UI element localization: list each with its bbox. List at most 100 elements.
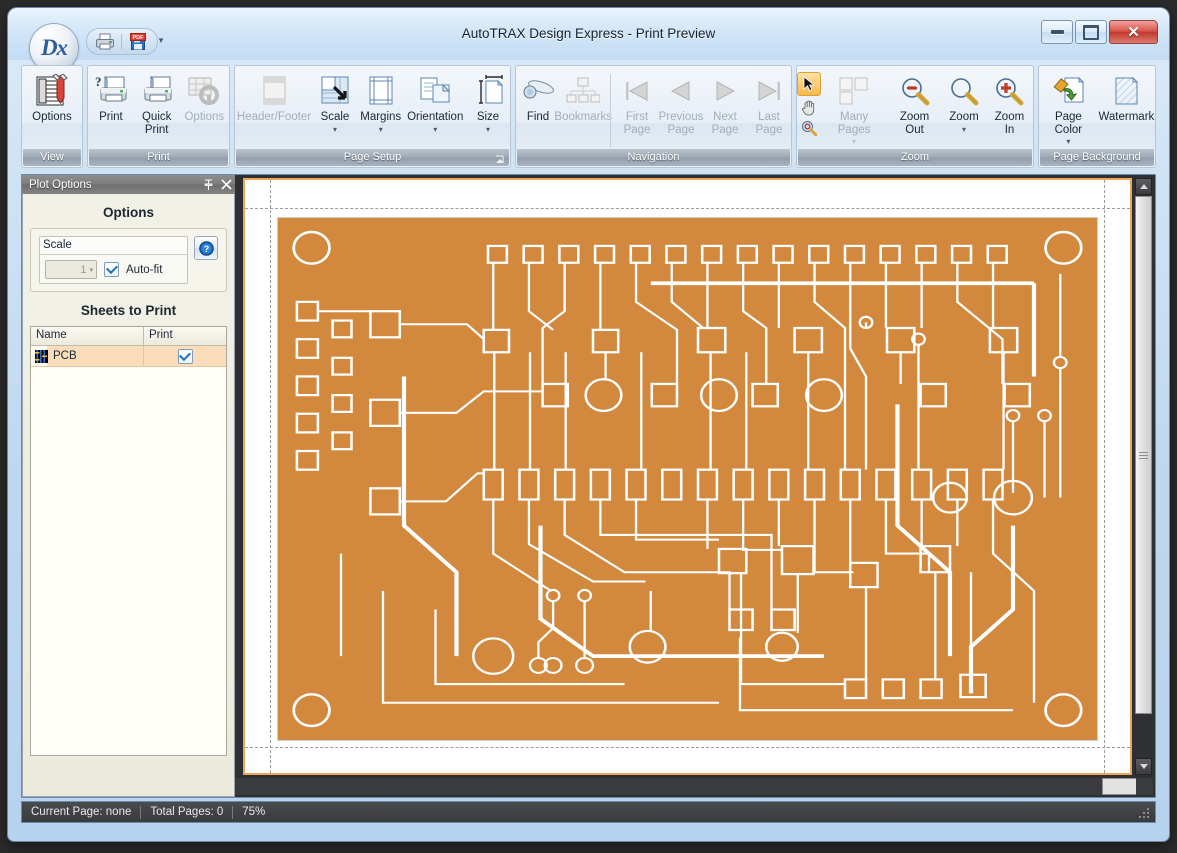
- vertical-scrollbar[interactable]: [1135, 178, 1152, 775]
- first-page-label-1: First: [625, 111, 649, 123]
- quick-print-label-2: Print: [144, 123, 169, 136]
- status-zoom-level: 75%: [242, 806, 266, 818]
- scale-group-inner: Scale 1 ▾ Auto-fit: [39, 236, 188, 284]
- zoom-label: Zoom: [949, 111, 979, 123]
- scale-label: Scale: [320, 111, 350, 123]
- close-icon[interactable]: [217, 176, 235, 194]
- ribbon-group-title-page-background: Page Background: [1040, 149, 1154, 166]
- minimize-button[interactable]: [1041, 20, 1073, 44]
- horizontal-scrollbar-thumb[interactable]: [1102, 778, 1138, 795]
- scale-spinner[interactable]: 1 ▾: [45, 260, 97, 279]
- pcb-artwork: [278, 218, 1097, 740]
- zoom-in-icon: [993, 74, 1025, 108]
- next-page-label-2: Page: [711, 123, 739, 136]
- previous-page-button: Previous Page: [659, 70, 703, 136]
- page-color-button[interactable]: Page Color ▾: [1039, 70, 1098, 146]
- orientation-label: Orientation: [407, 111, 464, 123]
- bookmarks-label: Bookmarks: [554, 111, 612, 123]
- pcb-sheet-icon: [35, 349, 48, 363]
- zoom-out-button[interactable]: Zoom Out: [887, 70, 942, 136]
- magnifier-icon: [802, 121, 817, 136]
- autofit-label: Auto-fit: [126, 263, 163, 276]
- title-bar: PDF ▾ Dx AutoTRAX Design Express - Print…: [8, 8, 1169, 72]
- scroll-down-button[interactable]: [1135, 758, 1152, 775]
- margin-guide-left: [270, 180, 271, 773]
- header-footer-button: Header/Footer: [235, 70, 313, 124]
- sheets-grid: Name Print PCB: [30, 326, 227, 756]
- sheets-header: Sheets to Print: [80, 303, 177, 318]
- quick-print-button[interactable]: Quick Print: [134, 70, 180, 136]
- page-size-button[interactable]: Size ▾: [466, 70, 510, 134]
- chevron-down-icon[interactable]: ▾: [962, 125, 966, 134]
- quick-print-icon: [139, 74, 175, 108]
- pin-icon[interactable]: [199, 176, 217, 194]
- maximize-button[interactable]: [1075, 20, 1107, 44]
- column-header-print[interactable]: Print: [144, 327, 226, 345]
- sheet-print-checkbox[interactable]: [177, 348, 193, 364]
- table-row[interactable]: PCB: [31, 346, 226, 367]
- resize-grip-icon[interactable]: [1138, 806, 1151, 819]
- scroll-up-button[interactable]: [1135, 178, 1152, 195]
- chevron-down-icon[interactable]: ▾: [379, 125, 383, 134]
- vertical-scrollbar-thumb[interactable]: [1135, 196, 1152, 714]
- navigation-separator: [610, 74, 611, 148]
- previous-page-label-2: Page: [667, 123, 695, 136]
- pointer-tool-button[interactable]: [797, 72, 821, 96]
- window-title: AutoTRAX Design Express - Print Preview: [461, 26, 716, 41]
- chevron-down-icon: ▾: [89, 266, 93, 274]
- zoom-button[interactable]: Zoom ▾: [942, 70, 986, 134]
- chevron-down-icon[interactable]: ▾: [486, 125, 490, 134]
- status-current-page: Current Page: none: [31, 806, 132, 818]
- zoom-out-label: Zoom Out: [899, 111, 930, 136]
- chevron-up-icon: [1139, 184, 1148, 189]
- page-setup-dialog-launcher-icon[interactable]: [494, 153, 506, 165]
- print-button[interactable]: ? Print: [88, 70, 134, 124]
- horizontal-scrollbar-track[interactable]: [235, 778, 1118, 795]
- chevron-down-icon[interactable]: ▾: [433, 125, 437, 134]
- status-total-pages: Total Pages: 0: [150, 806, 224, 818]
- find-button[interactable]: Find: [516, 70, 560, 124]
- watermark-button[interactable]: Watermark: [1098, 70, 1155, 124]
- ribbon-group-page-setup: Header/Footer Scale ▾ Margins ▾ Orientat…: [234, 65, 511, 168]
- find-icon: [521, 74, 555, 108]
- chevron-down-icon[interactable]: ▾: [1066, 137, 1070, 146]
- print-label: Print: [99, 111, 123, 123]
- last-page-icon: [753, 74, 785, 108]
- previous-page-icon: [665, 74, 697, 108]
- header-footer-label: Header/Footer: [236, 111, 312, 123]
- autofit-checkbox[interactable]: [104, 262, 119, 277]
- print-options-button: Options: [180, 70, 229, 124]
- close-button[interactable]: ✕: [1109, 20, 1158, 44]
- horizontal-scrollbar[interactable]: [235, 778, 1138, 795]
- next-page-icon: [709, 74, 741, 108]
- many-pages-label: Many Pages: [837, 111, 871, 136]
- scale-row: 1 ▾ Auto-fit: [45, 260, 182, 279]
- last-page-label-2: Page: [755, 123, 783, 136]
- first-page-button: First Page: [615, 70, 659, 136]
- zoom-in-button[interactable]: Zoom In: [986, 70, 1033, 136]
- ribbon-group-print: ? Print Quick Print Options Print: [87, 65, 230, 168]
- sheets-grid-header: Name Print: [31, 327, 226, 346]
- column-header-name[interactable]: Name: [31, 327, 144, 345]
- zoom-tool-button[interactable]: [798, 118, 820, 138]
- panel-title: Plot Options: [29, 178, 92, 191]
- margins-icon: [367, 74, 395, 108]
- margins-label: Margins: [360, 111, 402, 123]
- orientation-button[interactable]: Orientation ▾: [404, 70, 466, 134]
- preview-page[interactable]: [243, 178, 1132, 775]
- zoom-out-icon: [899, 74, 931, 108]
- header-footer-icon: [260, 74, 288, 108]
- help-button[interactable]: ?: [194, 236, 218, 260]
- margins-button[interactable]: Margins ▾: [357, 70, 404, 134]
- view-options-button[interactable]: Options: [27, 70, 77, 124]
- scale-button[interactable]: Scale ▾: [313, 70, 357, 134]
- preview-viewport: [243, 178, 1132, 775]
- hand-tool-button[interactable]: [798, 97, 820, 117]
- zoom-in-label: Zoom In: [994, 111, 1025, 136]
- ribbon-group-navigation: Find Bookmarks First Page Previous Page …: [515, 65, 792, 168]
- watermark-icon: [1111, 74, 1141, 108]
- first-page-icon: [621, 74, 653, 108]
- chevron-down-icon[interactable]: ▾: [333, 125, 337, 134]
- margin-guide-top: [245, 208, 1130, 209]
- ribbon-group-title-print: Print: [89, 149, 228, 166]
